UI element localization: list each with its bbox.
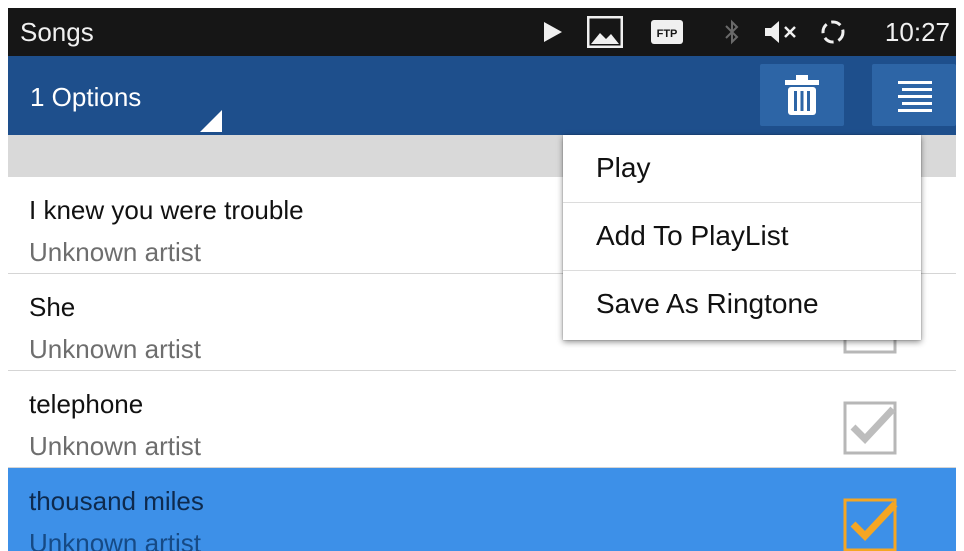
spinner-indicator-icon[interactable] xyxy=(200,110,222,132)
overflow-menu: Play Add To PlayList Save As Ringtone xyxy=(563,135,921,340)
bluetooth-icon xyxy=(720,8,744,56)
menu-item-save-as-ringtone[interactable]: Save As Ringtone xyxy=(563,270,921,337)
trash-icon xyxy=(785,75,819,115)
delete-button[interactable] xyxy=(760,64,844,126)
play-icon xyxy=(538,8,568,56)
menu-item-label: Play xyxy=(596,152,651,183)
menu-item-label: Save As Ringtone xyxy=(596,288,819,319)
status-bar-time: 10:27 xyxy=(884,17,950,47)
song-title: telephone xyxy=(29,389,144,419)
song-title: I knew you were trouble xyxy=(29,195,304,225)
options-count-label[interactable]: 1 Options xyxy=(30,82,141,113)
song-artist: Unknown artist xyxy=(29,528,201,551)
song-artist: Unknown artist xyxy=(29,334,201,364)
menu-item-add-to-playlist[interactable]: Add To PlayList xyxy=(563,202,921,269)
image-icon xyxy=(585,8,625,56)
song-title: She xyxy=(29,292,76,322)
checkbox-checked-icon[interactable] xyxy=(841,494,901,551)
menu-item-label: Add To PlayList xyxy=(596,220,789,251)
checkbox-unchecked-icon[interactable] xyxy=(841,397,901,457)
list-item-selected[interactable]: thousand miles Unknown artist xyxy=(8,468,956,551)
song-title: thousand miles xyxy=(29,486,204,516)
song-artist: Unknown artist xyxy=(29,431,201,461)
list-item[interactable]: telephone Unknown artist xyxy=(8,371,956,468)
status-bar: Songs FTP 10:27 xyxy=(8,8,956,56)
volume-muted-icon xyxy=(762,8,802,56)
song-artist: Unknown artist xyxy=(29,237,201,267)
status-bar-app-title: Songs xyxy=(20,17,94,47)
screen: Songs FTP 10:27 1 Options I knew you wer… xyxy=(8,8,956,551)
menu-icon xyxy=(898,81,932,112)
sync-icon xyxy=(816,8,850,56)
action-bar: 1 Options xyxy=(8,56,956,135)
overflow-menu-button[interactable] xyxy=(872,64,956,126)
ftp-label: FTP xyxy=(657,28,678,40)
menu-item-play[interactable]: Play xyxy=(563,135,921,202)
ftp-icon: FTP xyxy=(650,8,684,56)
